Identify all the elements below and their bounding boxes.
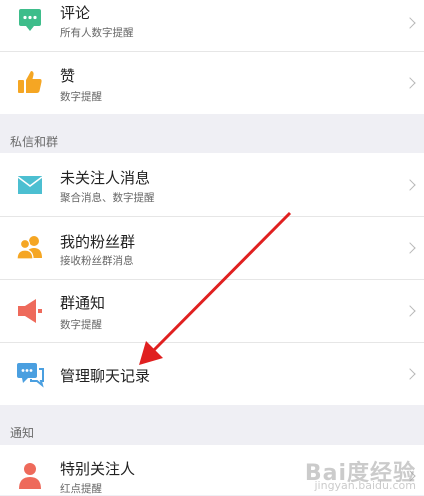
settings-row-manage-chat-history[interactable]: 管理聊天记录: [0, 343, 424, 405]
row-title: 特别关注人: [60, 460, 136, 478]
row-title: 群通知: [60, 294, 106, 312]
watermark-url: jingyan.baidu.com: [314, 479, 416, 492]
chevron-right-icon: [404, 305, 416, 317]
settings-row-unfollowed-messages[interactable]: 未关注人消息 聚合消息、数字提醒: [0, 153, 424, 216]
megaphone-icon: [18, 299, 42, 323]
chevron-right-icon: [404, 242, 416, 254]
chevron-right-icon: [404, 368, 416, 380]
row-title: 管理聊天记录: [60, 367, 151, 385]
section-header-messages-groups: 私信和群: [10, 135, 59, 149]
chevron-right-icon: [404, 179, 416, 191]
row-subtitle: 聚合消息、数字提醒: [60, 192, 155, 204]
settings-row-like[interactable]: 赞 数字提醒: [0, 52, 424, 114]
row-title: 评论: [60, 4, 91, 22]
row-title: 未关注人消息: [60, 169, 151, 187]
row-subtitle: 所有人数字提醒: [60, 27, 134, 39]
thumbs-up-icon: [18, 71, 42, 93]
settings-row-fan-group[interactable]: 我的粉丝群 接收粉丝群消息: [0, 217, 424, 279]
row-subtitle: 数字提醒: [60, 91, 102, 103]
section-header-notifications: 通知: [10, 426, 35, 440]
row-title: 赞: [60, 67, 76, 85]
row-subtitle: 数字提醒: [60, 319, 102, 331]
row-title: 我的粉丝群: [60, 233, 136, 251]
comment-icon: [19, 9, 41, 31]
row-subtitle: 红点提醒: [60, 483, 102, 495]
chevron-right-icon: [404, 17, 416, 29]
envelope-icon: [17, 176, 43, 194]
baidu-jingyan-watermark: Bai度经验 jingyan.baidu.com: [305, 455, 416, 492]
person-icon: [19, 463, 41, 489]
fan-group-icon: [16, 236, 42, 260]
chat-bubbles-icon: [17, 363, 44, 388]
settings-row-group-notice[interactable]: 群通知 数字提醒: [0, 280, 424, 342]
row-subtitle: 接收粉丝群消息: [60, 255, 134, 267]
chevron-right-icon: [404, 77, 416, 89]
settings-row-comment[interactable]: 评论 所有人数字提醒: [0, 0, 424, 51]
